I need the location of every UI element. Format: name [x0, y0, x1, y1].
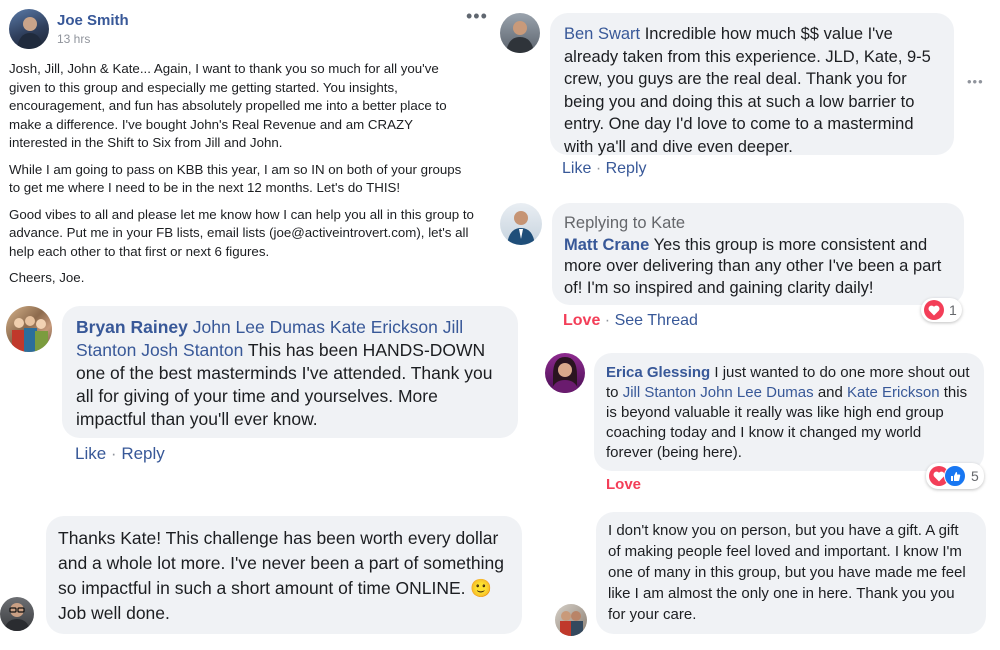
comment-text-thanks: Thanks Kate! This challenge has been wor… [58, 528, 504, 598]
comment-actions-ben: Like · Reply [562, 160, 647, 178]
like-reaction-icon [944, 465, 966, 487]
person-silhouette-icon [506, 21, 534, 53]
comment-text-thanks-tail: Job well done. [58, 603, 170, 623]
comment-author-bryan[interactable]: Bryan Rainey [76, 317, 188, 337]
person-in-suit-icon [507, 211, 535, 245]
comment-author-matt[interactable]: Matt Crane [564, 236, 649, 254]
post-body: Josh, Jill, John & Kate... Again, I want… [9, 60, 474, 288]
group-photo-icon [12, 316, 48, 352]
comment-bubble-matt: Replying to Kate Matt Crane Yes this gro… [552, 203, 964, 305]
avatar-commenter-gift[interactable] [555, 604, 587, 636]
avatar-bryan-rainey[interactable] [6, 306, 52, 352]
reply-button[interactable]: Reply [606, 160, 647, 177]
person-silhouette-icon [17, 17, 43, 49]
comment-bubble-thanks: Thanks Kate! This challenge has been wor… [46, 516, 522, 634]
more-options-icon[interactable]: ••• [466, 6, 488, 27]
post-timestamp[interactable]: 13 hrs [57, 32, 90, 46]
like-button[interactable]: Like [75, 444, 106, 463]
separator-dot: · [604, 312, 611, 329]
replying-to-label: Replying to Kate [564, 214, 686, 232]
comment-actions-matt: Love · See Thread [563, 312, 698, 330]
reaction-summary-erica[interactable]: 5 [926, 463, 984, 489]
post-paragraph-2: While I am going to pass on KBB this yea… [9, 161, 462, 196]
comment-bubble-erica: Erica Glessing I just wanted to do one m… [594, 353, 984, 471]
see-thread-link[interactable]: See Thread [615, 312, 698, 329]
comment-author-erica[interactable]: Erica Glessing [606, 364, 710, 381]
more-options-icon[interactable]: ••• [967, 74, 984, 89]
person-with-glasses-icon [4, 603, 30, 631]
post-paragraph-1: Josh, Jill, John & Kate... Again, I want… [9, 61, 447, 150]
smile-emoji-icon: 🙂 [470, 578, 493, 598]
post-author-name[interactable]: Joe Smith [57, 12, 129, 29]
love-reaction-icon [924, 300, 944, 320]
reply-button[interactable]: Reply [121, 444, 164, 463]
avatar-commenter-thanks[interactable] [0, 597, 34, 631]
avatar-matt-crane[interactable] [500, 203, 542, 245]
avatar-erica-glessing[interactable] [545, 353, 585, 393]
avatar-ben-swart[interactable] [500, 13, 540, 53]
comment-text-ben: Incredible how much $$ value I've alread… [564, 25, 931, 156]
comment-actions-bryan: Like · Reply [75, 444, 165, 464]
comment-bubble-gift: I don't know you on person, but you have… [596, 512, 986, 634]
separator-dot: · [110, 444, 117, 463]
post-paragraph-4: Cheers, Joe. [9, 270, 85, 285]
person-silhouette-icon [551, 357, 579, 393]
avatar-joe-smith[interactable] [9, 9, 49, 49]
reaction-summary-matt[interactable]: 1 [921, 298, 962, 322]
reaction-count: 5 [971, 468, 979, 484]
tagged-people-erica-2[interactable]: Kate Erickson [847, 384, 940, 401]
comment-author-ben[interactable]: Ben Swart [564, 25, 640, 43]
post-paragraph-3: Good vibes to all and please let me know… [9, 206, 474, 259]
separator-dot: · [595, 160, 602, 177]
group-photo-icon [560, 611, 583, 636]
love-button[interactable]: Love [606, 476, 641, 493]
comment-bubble-ben: Ben Swart Incredible how much $$ value I… [550, 13, 954, 156]
love-button[interactable]: Love [563, 312, 600, 329]
comment-actions-erica: Love [606, 476, 641, 493]
reaction-count: 1 [949, 302, 957, 318]
comment-text-erica-and: and [817, 384, 843, 401]
like-button[interactable]: Like [562, 160, 591, 177]
comment-text-gift: I don't know you on person, but you have… [608, 522, 966, 623]
tagged-people-erica-1[interactable]: Jill Stanton John Lee Dumas [623, 384, 814, 401]
comment-bubble-bryan: Bryan Rainey John Lee Dumas Kate Erickso… [62, 306, 518, 438]
